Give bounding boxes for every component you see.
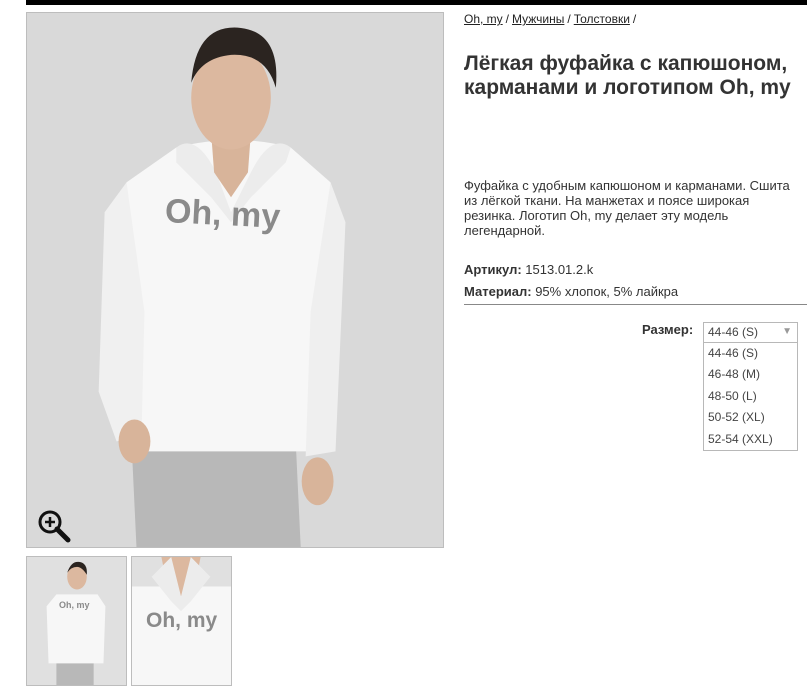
material-value: 95% хлопок, 5% лайкра <box>535 284 679 299</box>
breadcrumb-men[interactable]: Мужчины <box>512 12 564 26</box>
breadcrumb: Oh, my / Мужчины / Толстовки / <box>464 12 639 26</box>
size-option-xl[interactable]: 50-52 (XL) <box>704 407 797 428</box>
breadcrumb-separator: / <box>567 12 571 26</box>
chevron-down-icon: ▼ <box>782 326 792 337</box>
hoodie-print-text: Oh, my <box>164 192 282 236</box>
product-article: Артикул: 1513.01.2.k <box>464 262 593 277</box>
size-option-s[interactable]: 44-46 (S) <box>704 343 797 364</box>
article-label: Артикул: <box>464 262 522 277</box>
top-bar <box>26 0 807 5</box>
thumbnail-full-view[interactable]: Oh, my <box>26 556 127 686</box>
size-select[interactable]: 44-46 (S) ▼ <box>703 322 798 343</box>
size-label: Размер: <box>642 322 694 337</box>
size-selected-value: 44-46 (S) <box>708 325 759 339</box>
breadcrumb-hoodies[interactable]: Толстовки <box>574 12 630 26</box>
size-option-xxl[interactable]: 52-54 (XXL) <box>704 429 797 450</box>
material-label: Материал: <box>464 284 532 299</box>
size-options-list: 44-46 (S) 46-48 (M) 48-50 (L) 50-52 (XL)… <box>703 343 798 451</box>
thumbnail-print-text: Oh, my <box>59 600 90 610</box>
product-material: Материал: 95% хлопок, 5% лайкра <box>464 284 678 299</box>
breadcrumb-separator: / <box>505 12 510 26</box>
product-title: Лёгкая фуфайка с капюшоном, карманами и … <box>464 52 791 99</box>
article-value: 1513.01.2.k <box>525 262 594 277</box>
thumbnail-closeup[interactable]: Oh, my <box>131 556 232 686</box>
size-option-m[interactable]: 46-48 (M) <box>704 364 797 385</box>
thumbnail-print-text: Oh, my <box>146 609 218 632</box>
breadcrumb-separator: / <box>632 12 637 26</box>
zoom-in-icon[interactable] <box>37 509 71 543</box>
breadcrumb-brand[interactable]: Oh, my <box>464 12 503 26</box>
product-description: Фуфайка с удобным капюшоном и карманами.… <box>464 178 790 238</box>
divider <box>464 304 807 305</box>
size-option-l[interactable]: 48-50 (L) <box>704 386 797 407</box>
main-product-image[interactable]: Oh, my <box>26 12 444 548</box>
